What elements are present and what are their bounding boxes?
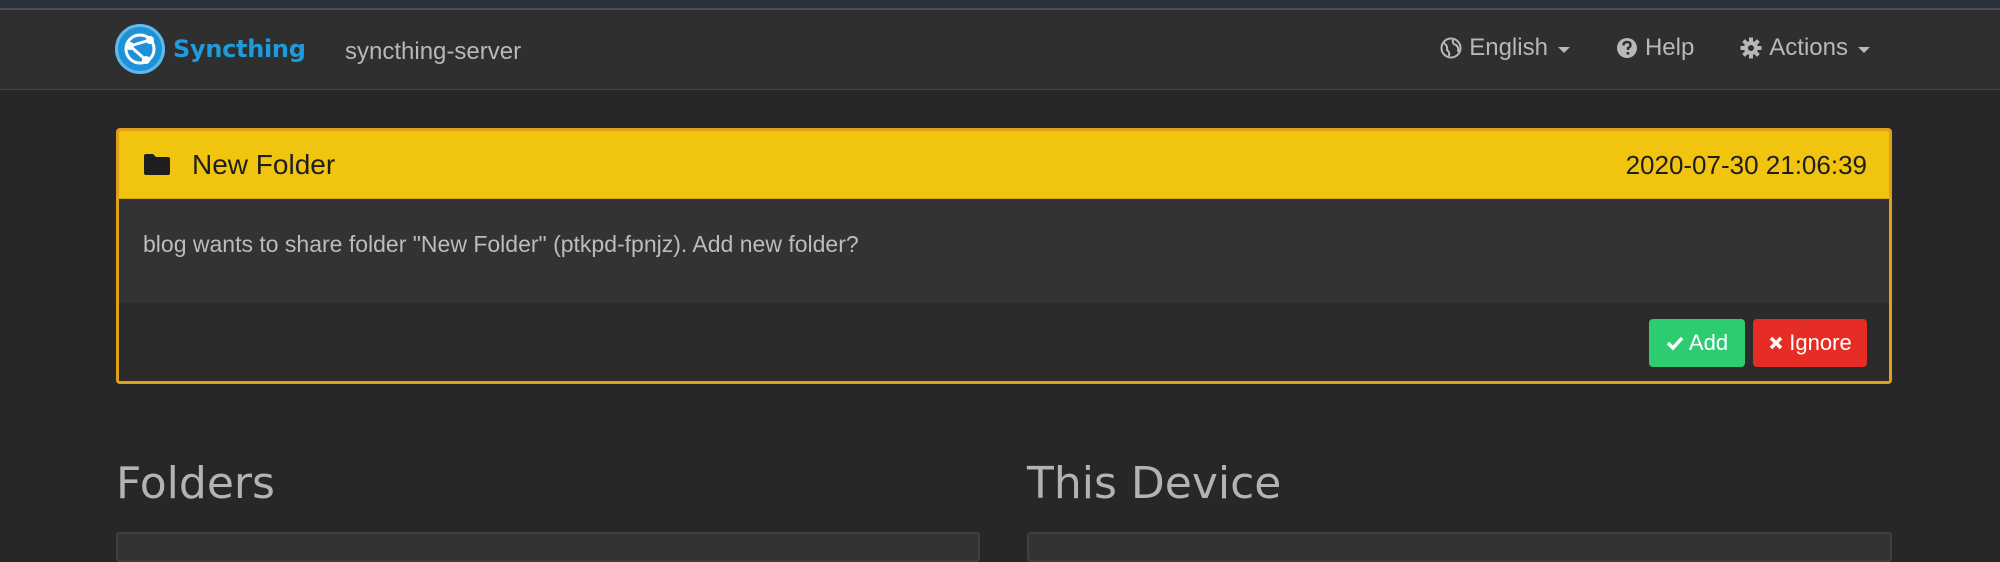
device-name: syncthing-server: [345, 38, 522, 65]
notification-body: blog wants to share folder "New Folder" …: [119, 199, 1889, 303]
help-link[interactable]: Help: [1616, 34, 1694, 62]
question-circle-icon: [1616, 38, 1637, 58]
folder-icon: [144, 154, 170, 175]
caret-down-icon: [1557, 46, 1570, 53]
notification-footer: Add Ignore: [119, 303, 1889, 381]
gear-icon: [1740, 37, 1762, 59]
new-folder-notification: New Folder 2020-07-30 21:06:39 blog want…: [116, 128, 1892, 384]
folders-panel: [116, 532, 980, 562]
add-folder-button[interactable]: Add: [1649, 319, 1745, 367]
actions-dropdown[interactable]: Actions: [1740, 34, 1870, 62]
check-icon: [1666, 336, 1684, 351]
caret-down-icon: [1858, 46, 1870, 53]
this-device-panel: [1027, 532, 1892, 562]
actions-label: Actions: [1769, 34, 1848, 61]
syncthing-logo-icon: [115, 24, 165, 74]
brand-link[interactable]: Syncthing: [115, 23, 306, 75]
this-device-heading: This Device: [1027, 458, 1282, 509]
language-dropdown[interactable]: English: [1440, 34, 1570, 62]
folders-heading: Folders: [116, 458, 275, 509]
brand-name: Syncthing: [173, 35, 306, 63]
add-label: Add: [1688, 330, 1729, 355]
help-label: Help: [1644, 34, 1695, 61]
navbar: Syncthing syncthing-server English Help: [0, 10, 2000, 90]
notification-title: New Folder: [192, 149, 336, 180]
globe-icon: [1440, 37, 1462, 59]
notification-message: blog wants to share folder "New Folder" …: [143, 231, 859, 257]
language-label: English: [1469, 34, 1548, 61]
ignore-label: Ignore: [1789, 330, 1852, 355]
navbar-right: English Help Actions: [1394, 34, 1870, 62]
notification-timestamp: 2020-07-30 21:06:39: [1625, 150, 1867, 180]
notification-heading: New Folder 2020-07-30 21:06:39: [119, 131, 1889, 199]
close-icon: [1770, 336, 1783, 350]
ignore-folder-button[interactable]: Ignore: [1753, 319, 1867, 367]
window-top-strip: [0, 0, 2000, 10]
